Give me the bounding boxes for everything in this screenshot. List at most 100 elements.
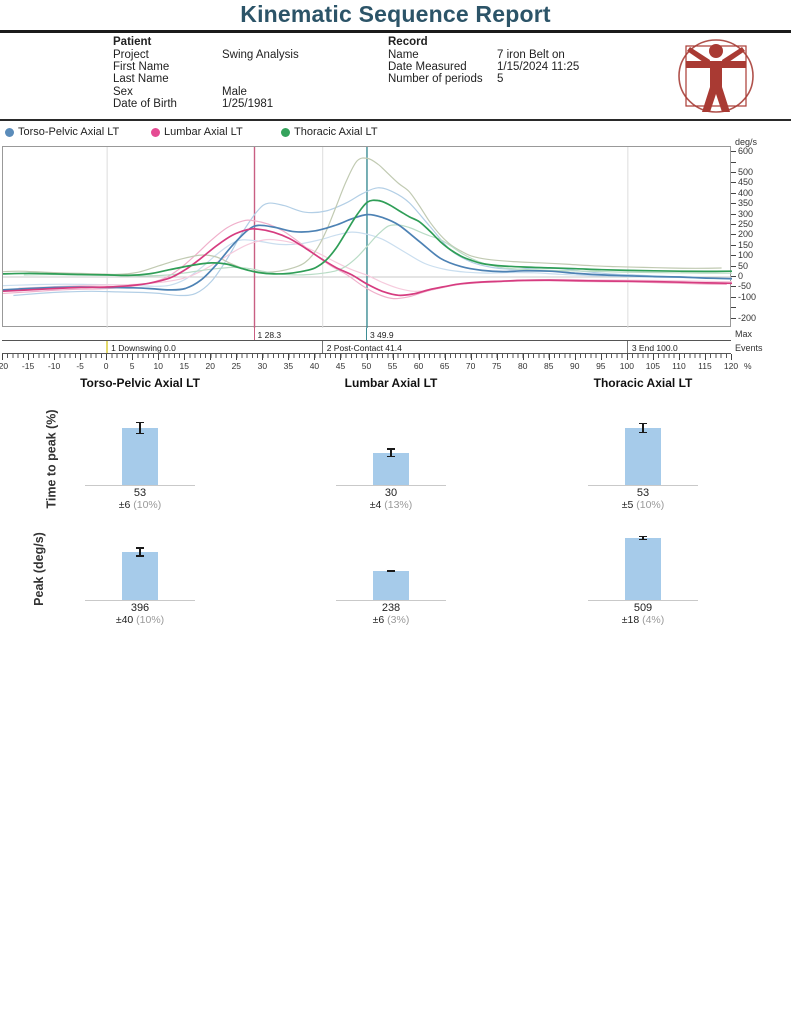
event-label: 2 Post-Contact 41.4 bbox=[327, 343, 402, 353]
legend-dot-torso-pelvic-icon bbox=[5, 128, 14, 137]
legend-item-lumbar: Lumbar Axial LT bbox=[151, 126, 243, 138]
record-row-name: Name 7 iron Belt on bbox=[388, 49, 579, 61]
events-band: 1 Downswing 0.02 Post-Contact 41.43 End … bbox=[2, 341, 731, 354]
patient-row-project: Project Swing Analysis bbox=[113, 49, 299, 61]
y-tick bbox=[731, 266, 736, 267]
patient-row-lastname: Last Name bbox=[113, 73, 299, 85]
y-tick bbox=[731, 276, 736, 277]
title-divider bbox=[0, 30, 791, 33]
bar-baseline bbox=[588, 600, 698, 601]
x-tick bbox=[471, 354, 472, 360]
max-marker-label: 1 28.3 bbox=[258, 330, 282, 340]
bar-column-title: Thoracic Axial LT bbox=[594, 376, 693, 390]
x-tick bbox=[419, 354, 420, 360]
x-tick-label: 95 bbox=[596, 361, 605, 371]
bar-error-label: ±4 (13%) bbox=[370, 499, 413, 511]
x-tick bbox=[523, 354, 524, 360]
error-bar-cap bbox=[639, 536, 647, 538]
error-bar-cap bbox=[387, 571, 395, 573]
x-tick bbox=[288, 354, 289, 360]
bar-error-label: ±18 (4%) bbox=[622, 614, 665, 626]
x-tick-label: 85 bbox=[544, 361, 553, 371]
x-tick-label: 110 bbox=[672, 361, 686, 371]
y-tick-label: -200 bbox=[738, 314, 756, 323]
x-tick-label: 55 bbox=[388, 361, 397, 371]
y-tick bbox=[731, 151, 736, 152]
x-tick bbox=[497, 354, 498, 360]
error-bar-cap bbox=[387, 456, 395, 458]
x-tick bbox=[106, 354, 107, 360]
error-bar-cap bbox=[639, 539, 647, 541]
x-tick bbox=[132, 354, 133, 360]
bar-value: 30 bbox=[385, 487, 397, 499]
y-tick bbox=[731, 162, 736, 163]
bar-value: 396 bbox=[131, 602, 149, 614]
bar bbox=[373, 571, 409, 600]
y-tick-label: 200 bbox=[738, 230, 753, 239]
event-marker-line bbox=[322, 341, 323, 353]
x-tick-label: 25 bbox=[232, 361, 241, 371]
page-title: Kinematic Sequence Report bbox=[0, 1, 791, 28]
y-tick bbox=[731, 318, 736, 319]
x-tick bbox=[653, 354, 654, 360]
x-tick-label: 90 bbox=[570, 361, 579, 371]
max-markers-band: 1 28.3 3 49.9 bbox=[2, 328, 731, 341]
x-tick bbox=[575, 354, 576, 360]
x-tick-label: 40 bbox=[310, 361, 319, 371]
patient-row-sex: Sex Male bbox=[113, 86, 299, 98]
bar-value: 53 bbox=[134, 487, 146, 499]
y-tick bbox=[731, 214, 736, 215]
max-marker-label: 3 49.9 bbox=[370, 330, 394, 340]
x-tick bbox=[236, 354, 237, 360]
x-tick-label: 35 bbox=[284, 361, 293, 371]
x-tick bbox=[367, 354, 368, 360]
report-page: Kinematic Sequence Report Patient Projec… bbox=[0, 0, 791, 1024]
y-tick-label: 50 bbox=[738, 262, 748, 271]
x-tick-label: 20 bbox=[206, 361, 215, 371]
header-divider bbox=[0, 119, 791, 121]
x-tick-label: 50 bbox=[362, 361, 371, 371]
y-tick-label: -50 bbox=[738, 282, 751, 291]
y-tick bbox=[731, 297, 736, 298]
bar-column-title: Lumbar Axial LT bbox=[345, 376, 438, 390]
error-bar-cap bbox=[136, 433, 144, 435]
x-tick-label: 5 bbox=[130, 361, 135, 371]
bar-error-label: ±6 (10%) bbox=[119, 499, 162, 511]
y-tick-label: 0 bbox=[738, 272, 743, 281]
error-bar-cap bbox=[387, 448, 395, 450]
x-tick bbox=[340, 354, 341, 360]
max-band-label: Max bbox=[735, 329, 752, 339]
x-tick bbox=[262, 354, 263, 360]
y-tick bbox=[731, 182, 736, 183]
max-marker-line bbox=[366, 328, 367, 340]
bar-column-title: Torso-Pelvic Axial LT bbox=[80, 376, 200, 390]
bar-row-label: Peak (deg/s) bbox=[2, 562, 22, 576]
events-band-label: Events bbox=[735, 343, 763, 353]
x-axis-units: % bbox=[744, 361, 752, 371]
bar-value: 53 bbox=[637, 487, 649, 499]
y-tick-label: -100 bbox=[738, 293, 756, 302]
y-tick-label: 150 bbox=[738, 241, 753, 250]
y-tick bbox=[731, 172, 736, 173]
x-tick bbox=[28, 354, 29, 360]
y-tick-label: 400 bbox=[738, 189, 753, 198]
x-tick bbox=[627, 354, 628, 360]
patient-heading: Patient bbox=[113, 36, 299, 48]
x-tick bbox=[210, 354, 211, 360]
x-tick bbox=[601, 354, 602, 360]
chart-legend: Torso-Pelvic Axial LT Lumbar Axial LT Th… bbox=[0, 126, 791, 140]
bar-row-label: Time to peak (%) bbox=[2, 452, 22, 466]
x-tick bbox=[54, 354, 55, 360]
event-marker-line bbox=[106, 341, 108, 353]
bar-baseline bbox=[85, 600, 195, 601]
bar bbox=[625, 428, 661, 485]
y-tick-label: 250 bbox=[738, 220, 753, 229]
x-tick bbox=[184, 354, 185, 360]
y-tick bbox=[731, 193, 736, 194]
bar bbox=[373, 453, 409, 485]
x-tick bbox=[679, 354, 680, 360]
bar-value: 509 bbox=[634, 602, 652, 614]
x-tick-label: -5 bbox=[76, 361, 84, 371]
record-info: Record Name 7 iron Belt on Date Measured… bbox=[388, 36, 579, 86]
x-tick-label: -20 bbox=[0, 361, 8, 371]
